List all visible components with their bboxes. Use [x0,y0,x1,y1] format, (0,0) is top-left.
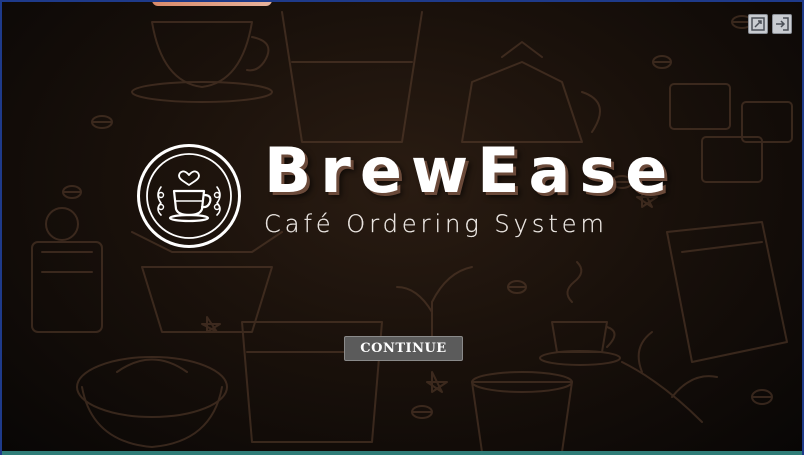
coffee-cup-logo-icon [146,153,232,239]
window-controls [748,14,792,34]
app-window: BrewEase Café Ordering System CONTINUE [0,0,804,455]
exit-button[interactable] [772,14,792,34]
bottom-strip [2,451,802,455]
brand-logo [137,144,241,248]
app-title: BrewEase [264,134,677,207]
edit-window-button[interactable] [748,14,768,34]
exit-icon [776,17,789,31]
continue-button[interactable]: CONTINUE [344,336,463,361]
app-subtitle: Café Ordering System [264,210,608,238]
edit-window-icon [751,17,765,31]
